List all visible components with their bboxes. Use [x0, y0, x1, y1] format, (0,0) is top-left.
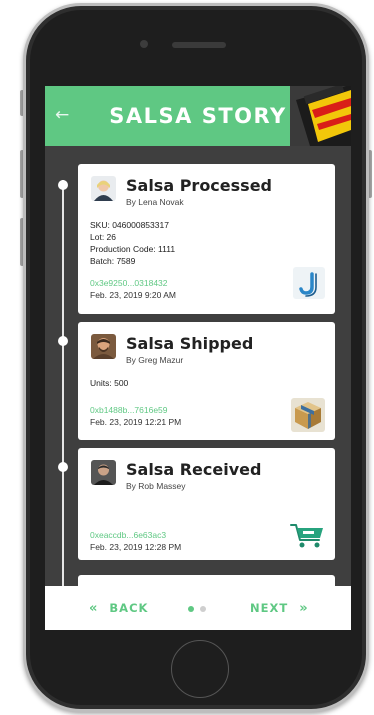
timeline-dot [58, 462, 68, 472]
navigation-footer: « BACK NEXT » [45, 586, 351, 630]
detail-sku: SKU: 046000853317 [90, 220, 169, 230]
package-box-icon [291, 398, 325, 432]
avatar [91, 334, 116, 359]
next-button-label: NEXT [250, 601, 289, 615]
back-button[interactable]: « BACK [89, 586, 148, 630]
transaction-hash-link[interactable]: 0xeaccdb...6e63ac3 [90, 530, 166, 540]
j-logo-icon [293, 267, 325, 299]
event-card-processed[interactable]: Salsa Processed By Lena Novak SKU: 04600… [78, 164, 335, 314]
app-header: ← SALSA STORY [45, 86, 351, 146]
event-timestamp: Feb. 23, 2019 12:28 PM [90, 542, 182, 552]
event-author: By Greg Mazur [126, 355, 184, 365]
transaction-hash-link[interactable]: 0x3e9250...0318432 [90, 278, 168, 288]
avatar [91, 460, 116, 485]
timeline-line [62, 180, 64, 590]
next-button[interactable]: NEXT » [250, 586, 309, 630]
detail-batch: Batch: 7589 [90, 256, 136, 266]
timeline-dot [58, 180, 68, 190]
event-timestamp: Feb. 23, 2019 9:20 AM [90, 290, 177, 300]
event-author: By Lena Novak [126, 197, 184, 207]
detail-lot: Lot: 26 [90, 232, 116, 242]
detail-units: Units: 500 [90, 378, 129, 388]
double-chevron-left-icon: « [89, 601, 99, 616]
event-card-shipped[interactable]: Salsa Shipped By Greg Mazur Units: 500 0… [78, 322, 335, 440]
back-button-label: BACK [109, 601, 149, 615]
earpiece-speaker [172, 42, 226, 48]
page-indicator-dot-active [188, 606, 194, 612]
event-title: Salsa Shipped [126, 334, 254, 353]
avatar [91, 176, 116, 201]
app-screen: ← SALSA STORY Salsa Processed By Lena No… [45, 86, 351, 630]
detail-production-code: Production Code: 1111 [90, 244, 176, 254]
event-title: Salsa Received [126, 460, 262, 479]
event-title: Salsa Processed [126, 176, 272, 195]
page-indicator-dot [200, 606, 206, 612]
home-button[interactable] [171, 640, 229, 698]
timeline-dot [58, 336, 68, 346]
transaction-hash-link[interactable]: 0xb1488b...7616e59 [90, 405, 168, 415]
double-chevron-right-icon: » [299, 601, 309, 616]
event-author: By Rob Massey [126, 481, 186, 491]
event-timestamp: Feb. 23, 2019 12:21 PM [90, 417, 182, 427]
front-camera [140, 40, 148, 48]
shopping-cart-icon [289, 522, 325, 550]
salsa-jar-image [290, 86, 351, 146]
event-card-received[interactable]: Salsa Received By Rob Massey 0xeaccdb...… [78, 448, 335, 560]
